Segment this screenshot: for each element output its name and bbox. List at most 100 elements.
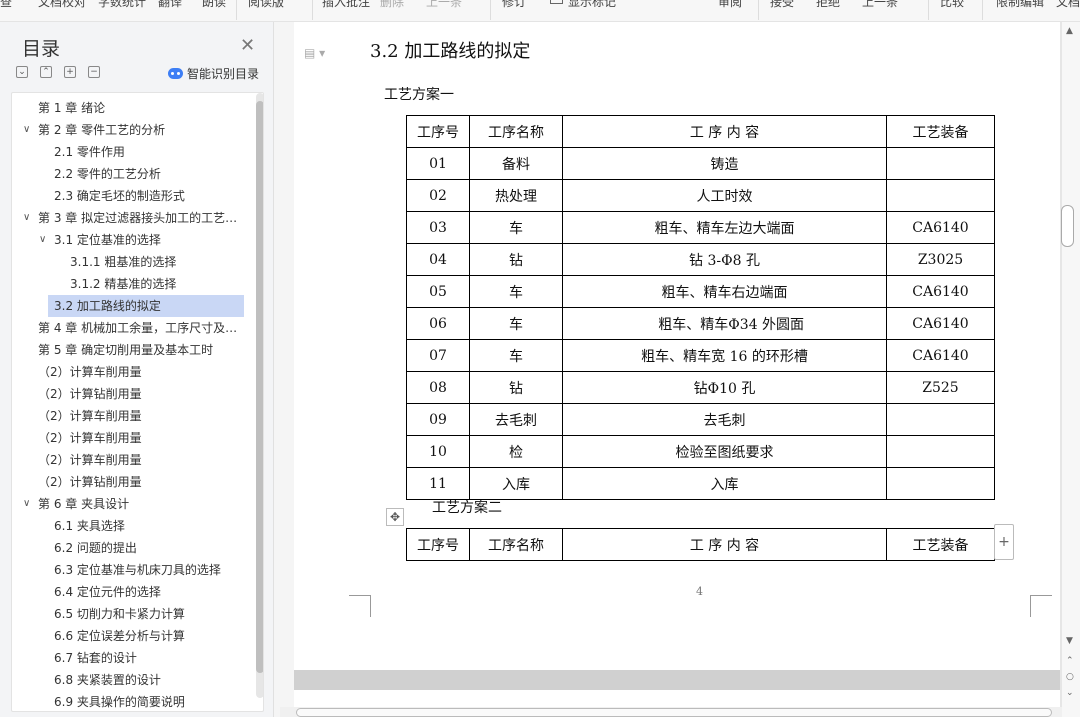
page-options-icon[interactable]: ▤ ▾ bbox=[304, 46, 325, 60]
toolbar-item-insert-comment[interactable]: 插入批注 bbox=[322, 0, 370, 10]
header-cell[interactable]: 工艺装备 bbox=[886, 528, 995, 561]
table-cell[interactable]: 08 bbox=[406, 371, 470, 404]
close-icon[interactable]: ✕ bbox=[240, 35, 255, 56]
toc-item[interactable]: （2）计算车削用量 bbox=[38, 405, 142, 427]
toolbar-item-prev-change[interactable]: 上一条 bbox=[862, 0, 898, 10]
add-heading-icon[interactable]: + bbox=[64, 66, 76, 78]
table-cell[interactable]: 09 bbox=[406, 403, 470, 436]
toolbar-item-track-changes[interactable]: 修订 bbox=[502, 0, 526, 10]
toc-item[interactable]: 第 5 章 确定切削用量及基本工时 bbox=[38, 339, 213, 361]
table-cell[interactable]: 去毛刺 bbox=[562, 403, 887, 436]
table-cell[interactable] bbox=[886, 147, 995, 180]
smart-toc-button[interactable]: 智能识别目录 bbox=[168, 65, 259, 82]
table-cell[interactable]: Z3025 bbox=[886, 243, 995, 276]
table-cell[interactable]: 粗车、精车左边大端面 bbox=[562, 211, 887, 244]
toc-item[interactable]: 3.2 加工路线的拟定 bbox=[48, 295, 244, 317]
table-cell[interactable]: CA6140 bbox=[886, 275, 995, 308]
toolbar-item-translate[interactable]: 翻译 bbox=[158, 0, 182, 10]
table-cell[interactable] bbox=[886, 403, 995, 436]
toolbar-item-compare[interactable]: 比较 bbox=[940, 0, 964, 10]
table-cell[interactable]: 05 bbox=[406, 275, 470, 308]
toc-item[interactable]: 第 3 章 拟定过滤器接头加工的工艺… bbox=[38, 207, 237, 229]
toc-item[interactable]: 6.2 问题的提出 bbox=[54, 537, 137, 559]
toc-item[interactable]: 2.3 确定毛坯的制造形式 bbox=[54, 185, 185, 207]
toolbar-item-0[interactable]: 查 bbox=[0, 0, 12, 10]
document-page[interactable]: ▤ ▾ 3.2 加工路线的拟定 工艺方案一 工序号 工序名称 工 序 内 容 工… bbox=[294, 22, 1060, 670]
table-cell[interactable]: 热处理 bbox=[469, 179, 563, 212]
toc-item[interactable]: （2）计算钻削用量 bbox=[38, 471, 142, 493]
table-cell[interactable]: 04 bbox=[406, 243, 470, 276]
table-cell[interactable]: 备料 bbox=[469, 147, 563, 180]
toc-item[interactable]: 第 2 章 零件工艺的分析 bbox=[38, 119, 165, 141]
chevron-down-icon[interactable]: ∨ bbox=[23, 498, 30, 509]
toc-scrollbar-thumb[interactable] bbox=[256, 101, 263, 673]
header-cell[interactable]: 工艺装备 bbox=[886, 115, 995, 148]
toc-item[interactable]: 6.4 定位元件的选择 bbox=[54, 581, 161, 603]
table-cell[interactable] bbox=[886, 179, 995, 212]
toc-item[interactable]: 3.1 定位基准的选择 bbox=[54, 229, 161, 251]
table-cell[interactable]: 车 bbox=[469, 307, 563, 340]
toolbar-item-doc[interactable]: 文档 bbox=[1056, 0, 1080, 10]
toc-item[interactable]: 6.6 定位误差分析与计算 bbox=[54, 625, 185, 647]
header-cell[interactable]: 工序号 bbox=[406, 528, 470, 561]
table-cell[interactable]: 车 bbox=[469, 211, 563, 244]
next-page-icon[interactable]: ⌄ bbox=[1066, 688, 1074, 698]
table-cell[interactable]: Z525 bbox=[886, 371, 995, 404]
table-cell[interactable]: 钻 3-Φ8 孔 bbox=[562, 243, 887, 276]
header-cell[interactable]: 工序名称 bbox=[469, 115, 563, 148]
remove-heading-icon[interactable]: − bbox=[88, 66, 100, 78]
toc-item[interactable]: 6.7 钻套的设计 bbox=[54, 647, 137, 669]
toc-item[interactable]: （2）计算车削用量 bbox=[38, 449, 142, 471]
chevron-down-icon[interactable]: ∨ bbox=[39, 234, 46, 245]
document-scrollbar-track[interactable] bbox=[1062, 22, 1080, 717]
table-cell[interactable]: 车 bbox=[469, 339, 563, 372]
toc-item[interactable]: 第 4 章 机械加工余量，工序尺寸及… bbox=[38, 317, 237, 339]
toolbar-item-proofread[interactable]: 文档校对 bbox=[38, 0, 86, 10]
toc-item[interactable]: 2.1 零件作用 bbox=[54, 141, 125, 163]
scroll-up-icon[interactable]: ▲ bbox=[1066, 26, 1073, 36]
toc-item[interactable]: 3.1.1 粗基准的选择 bbox=[70, 251, 176, 273]
table-cell[interactable]: CA6140 bbox=[886, 307, 995, 340]
table-cell[interactable]: 钻 bbox=[469, 371, 563, 404]
table-cell[interactable]: 11 bbox=[406, 467, 470, 500]
toc-item[interactable]: 第 1 章 绪论 bbox=[38, 97, 105, 119]
table-cell[interactable]: 检 bbox=[469, 435, 563, 468]
toolbar-item-read-aloud[interactable]: 朗读 bbox=[202, 0, 226, 10]
toolbar-item-wordcount[interactable]: 字数统计 bbox=[98, 0, 146, 10]
toolbar-item-accept[interactable]: 接受 bbox=[770, 0, 794, 10]
table-cell[interactable]: 车 bbox=[469, 275, 563, 308]
table-cell[interactable]: 去毛刺 bbox=[469, 403, 563, 436]
table-cell[interactable]: 铸造 bbox=[562, 147, 887, 180]
table-cell[interactable]: 钻 bbox=[469, 243, 563, 276]
toc-item[interactable]: 3.1.2 精基准的选择 bbox=[70, 273, 176, 295]
table-cell[interactable]: 人工时效 bbox=[562, 179, 887, 212]
toc-item[interactable]: 第 6 章 夹具设计 bbox=[38, 493, 129, 515]
toc-item[interactable]: 6.1 夹具选择 bbox=[54, 515, 125, 537]
table-cell[interactable]: 03 bbox=[406, 211, 470, 244]
toolbar-item-prev[interactable]: 上一条 bbox=[426, 0, 462, 10]
expand-up-icon[interactable]: ⌃ bbox=[40, 66, 52, 78]
table-cell[interactable]: 07 bbox=[406, 339, 470, 372]
table-cell[interactable]: CA6140 bbox=[886, 211, 995, 244]
table-cell[interactable]: CA6140 bbox=[886, 339, 995, 372]
toolbar-item-reading-mode[interactable]: 阅读版 bbox=[248, 0, 284, 10]
table-cell[interactable]: 检验至图纸要求 bbox=[562, 435, 887, 468]
table-cell[interactable]: 粗车、精车宽 16 的环形槽 bbox=[562, 339, 887, 372]
select-browse-object-icon[interactable]: ○ bbox=[1066, 672, 1074, 682]
toolbar-item-review[interactable]: 审阅 bbox=[718, 0, 742, 10]
toc-item[interactable]: （2）计算车削用量 bbox=[38, 361, 142, 383]
document-scrollbar-thumb[interactable] bbox=[1061, 205, 1074, 247]
table-cell[interactable]: 钻Φ10 孔 bbox=[562, 371, 887, 404]
toolbar-item-show-markup[interactable]: 显示标记 bbox=[568, 0, 616, 10]
toolbar-item-restrict-edit[interactable]: 限制编辑 bbox=[996, 0, 1044, 10]
table-move-handle-icon[interactable]: ✥ bbox=[386, 508, 404, 526]
collapse-all-icon[interactable]: ⌄ bbox=[16, 66, 28, 78]
table-cell[interactable]: 10 bbox=[406, 435, 470, 468]
toc-item[interactable]: （2）计算车削用量 bbox=[38, 427, 142, 449]
toc-item[interactable]: 6.9 夹具操作的简要说明 bbox=[54, 691, 185, 711]
toc-item[interactable]: （2）计算钻削用量 bbox=[38, 383, 142, 405]
table-cell[interactable]: 06 bbox=[406, 307, 470, 340]
table-cell[interactable]: 入库 bbox=[469, 467, 563, 500]
header-cell[interactable]: 工 序 内 容 bbox=[562, 115, 887, 148]
table-cell[interactable]: 01 bbox=[406, 147, 470, 180]
